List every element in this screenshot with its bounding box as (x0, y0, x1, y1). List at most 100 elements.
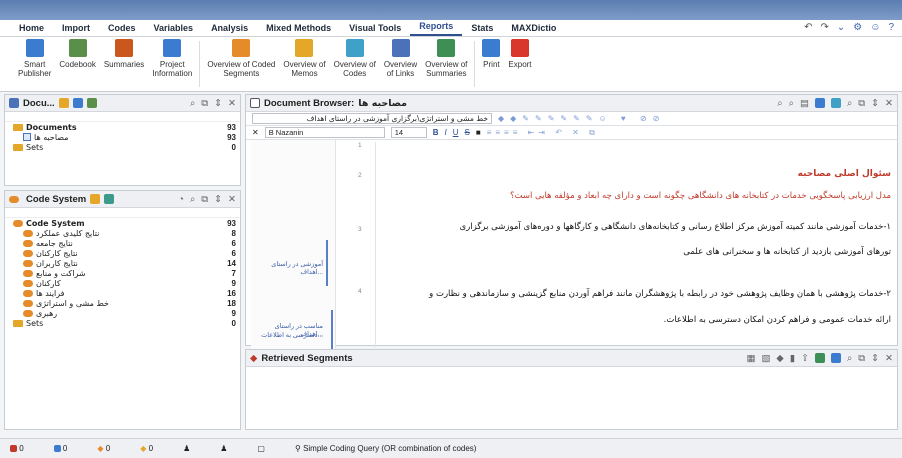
pin-icon[interactable]: ⇕ (871, 353, 879, 364)
close-icon[interactable]: ✕ (228, 98, 236, 109)
italic-icon[interactable]: I (444, 128, 446, 137)
word-icon[interactable] (830, 352, 841, 363)
code-pane-header: Code System ◔ ⌕ ⧉ ⇕ ✕ (5, 191, 240, 208)
undock-icon[interactable]: ⧉ (201, 98, 208, 109)
filter-icon[interactable]: ▧ (761, 353, 770, 364)
redo-icon[interactable]: ↷ (820, 22, 828, 33)
pane-filter-row (5, 112, 240, 122)
undock-icon[interactable]: ⧉ (858, 353, 865, 364)
chart-icon[interactable]: ▮ (790, 353, 795, 364)
retrieved-segments-title: Retrieved Segments (261, 352, 353, 364)
pin-icon[interactable]: ⇕ (214, 194, 222, 205)
print-icon[interactable] (830, 97, 841, 108)
close-icon[interactable]: ✕ (228, 194, 236, 205)
tree-row[interactable]: نتایج کاربران 14 (5, 258, 240, 268)
code-icon (23, 239, 33, 247)
tree-row[interactable]: مصاحبه ها 93 (5, 132, 240, 142)
bold-icon[interactable]: B (433, 128, 439, 137)
tab-variables[interactable]: Variables (145, 23, 203, 36)
display-icon[interactable] (814, 97, 825, 108)
search-icon[interactable]: ⌕ (847, 353, 852, 364)
ribbon-command-button[interactable]: Overview of Summaries (421, 37, 471, 91)
tree-row[interactable]: Code System 93 (5, 218, 240, 228)
ribbon-command-button[interactable]: Overview of Codes (330, 37, 380, 91)
ribbon-command-button[interactable]: Print (478, 37, 504, 91)
tab-mixed-methods[interactable]: Mixed Methods (257, 23, 340, 36)
code-select-combo[interactable]: خط مشی و استراتژی\برگزاری آموزشی در راست… (252, 113, 492, 124)
tree-row-count: 16 (227, 288, 236, 298)
tab-analysis[interactable]: Analysis (202, 23, 257, 36)
smiley-icon[interactable]: ☺ (870, 22, 880, 33)
pin-icon[interactable]: ⇕ (871, 98, 879, 109)
color-icon[interactable]: ■ (476, 128, 481, 137)
strikethrough-icon[interactable]: S (465, 128, 470, 137)
tree-row[interactable]: نتایج کلیدی عملکرد 8 (5, 228, 240, 238)
tree-row[interactable]: فرایند ها 16 (5, 288, 240, 298)
table-icon[interactable] (104, 194, 115, 204)
import-icon[interactable] (72, 98, 83, 108)
users-icon[interactable]: ♟ (220, 444, 227, 453)
tree-row[interactable]: Documents 93 (5, 122, 240, 132)
query-status[interactable]: ⚲ Simple Coding Query (OR combination of… (295, 444, 477, 453)
search-icon[interactable]: ⌕ (847, 98, 852, 109)
alignment-icons[interactable]: ≡≡≡≡ ⇤⇥ ↶ ✕ ⧉ (487, 128, 599, 138)
ribbon-command-button[interactable]: Overview of Memos (279, 37, 329, 91)
close-icon[interactable]: ✕ (885, 98, 893, 109)
ribbon-command-button[interactable]: Overview of Coded Segments (203, 37, 279, 91)
tree-row[interactable]: Sets 0 (5, 142, 240, 152)
chevron-down-icon[interactable]: ⌄ (837, 22, 845, 33)
tab-visual-tools[interactable]: Visual Tools (340, 23, 410, 36)
ribbon-command-button[interactable]: Summaries (100, 37, 148, 91)
ribbon-command-button[interactable]: Overview of Links (380, 37, 421, 91)
ribbon-command-button[interactable]: Smart Publisher (14, 37, 55, 91)
tree-row[interactable]: نتایج جامعه 6 (5, 238, 240, 248)
tree-row[interactable]: Sets 0 (5, 318, 240, 328)
tree-row-label: مصاحبه ها (34, 132, 69, 142)
code-icon[interactable]: ◔ (178, 194, 184, 205)
ribbon-command-button[interactable]: Export (504, 37, 535, 91)
tree-row[interactable]: خط مشی و استراتژی 18 (5, 298, 240, 308)
zoom-icon[interactable]: ⌕ (789, 98, 794, 109)
tree-row-count: 0 (231, 142, 236, 152)
tree-row[interactable]: نتایج کارکنان 6 (5, 248, 240, 258)
pin-icon[interactable]: ⇕ (214, 98, 222, 109)
smiley-code-icon[interactable] (90, 194, 101, 204)
close-format-icon[interactable]: ✕ (252, 128, 259, 137)
coding-stripe[interactable] (326, 240, 328, 286)
sets-icon[interactable] (86, 98, 97, 108)
font-size-combo[interactable]: 14 (390, 127, 427, 138)
document-browser-title: Document Browser: (264, 97, 355, 109)
help-icon[interactable]: ? (888, 22, 894, 33)
status-count: 0 (148, 444, 154, 453)
excel-icon[interactable] (814, 352, 825, 363)
tree-row-count: 8 (231, 228, 236, 238)
export-icon[interactable]: ⇪ (801, 353, 809, 364)
user-icon[interactable]: ♟ (183, 444, 190, 453)
tab-home[interactable]: Home (10, 23, 53, 36)
font-name-combo[interactable]: B Nazanin (264, 127, 385, 138)
close-icon[interactable]: ✕ (885, 353, 893, 364)
ribbon-command-button[interactable]: Project Information (148, 37, 196, 91)
ribbon-command-button[interactable]: Codebook (55, 37, 99, 91)
search-icon[interactable]: ⌕ (190, 98, 195, 109)
tree-row[interactable]: کارکنان 9 (5, 278, 240, 288)
tab-maxdictio[interactable]: MAXDictio (502, 23, 565, 36)
undock-icon[interactable]: ⧉ (858, 98, 865, 109)
table-icon[interactable]: ▦ (746, 353, 755, 364)
undock-icon[interactable]: ⧉ (201, 194, 208, 205)
tab-import[interactable]: Import (53, 23, 99, 36)
tree-row[interactable]: شراکت و منابع 7 (5, 268, 240, 278)
search-icon[interactable]: ⌕ (190, 194, 195, 205)
tab-codes[interactable]: Codes (99, 23, 145, 36)
undo-icon[interactable]: ↶ (804, 22, 812, 33)
tab-stats[interactable]: Stats (462, 23, 502, 36)
tab-reports[interactable]: Reports (410, 21, 463, 36)
tree-row[interactable]: رهبری 9 (5, 308, 240, 318)
underline-icon[interactable]: U (453, 128, 459, 137)
view-icon[interactable]: ▤ (800, 98, 809, 109)
new-document-icon[interactable] (58, 98, 69, 108)
search-icon[interactable]: ⌕ (777, 98, 782, 109)
code-icon[interactable]: ◆ (776, 353, 783, 364)
gear-icon[interactable]: ⚙ (853, 22, 862, 33)
page-icon[interactable]: ▢ (257, 444, 265, 453)
